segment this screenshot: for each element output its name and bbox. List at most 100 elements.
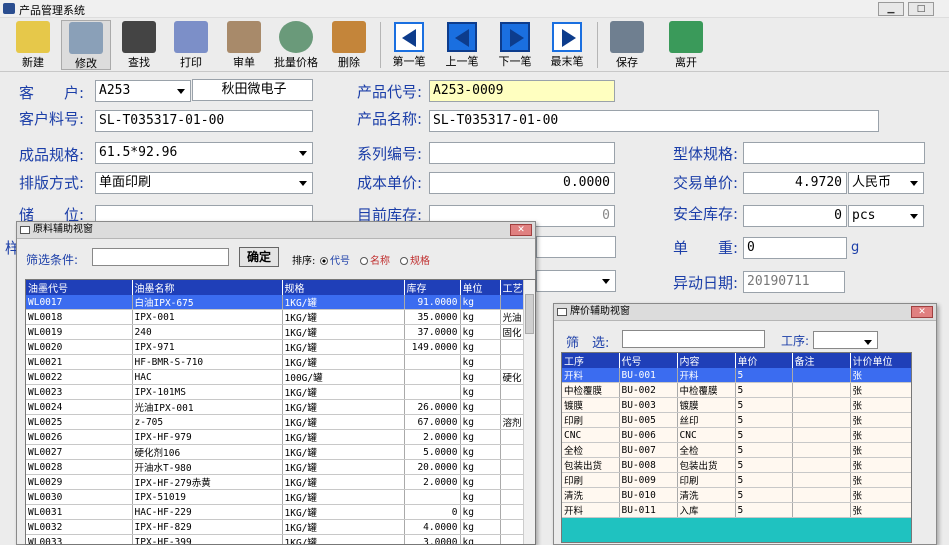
edit-button[interactable]: 修改 (61, 20, 111, 70)
price-row[interactable]: 全检 BU-007 全检 5 张 (562, 442, 911, 459)
ink-row[interactable]: WL0026 IPX-HF-979 1KG/罐 2.0000 kg (26, 429, 524, 446)
minimize-button[interactable]: ▁ (878, 2, 904, 16)
prev-record-button[interactable]: 上一笔 (437, 20, 487, 70)
ink-grid-scrollbar[interactable] (523, 280, 535, 544)
cust-part-field[interactable]: SL-T035317-01-00 (95, 110, 313, 132)
chevron-down-icon[interactable] (174, 84, 188, 98)
print-button[interactable]: 打印 (166, 20, 216, 70)
ink-row[interactable]: WL0032 IPX-HF-829 1KG/罐 4.0000 kg (26, 519, 524, 536)
ink-row[interactable]: WL0018 IPX-001 1KG/罐 35.0000 kg 光油 (26, 309, 524, 326)
save-button[interactable]: 保存 (602, 20, 652, 70)
ink-row[interactable]: WL0019 240 1KG/罐 37.0000 kg 固化 (26, 324, 524, 341)
sort-by-spec-radio[interactable]: 规格 (400, 252, 430, 267)
price-column-header[interactable]: 计价单位 (850, 353, 911, 368)
ink-row[interactable]: WL0030 IPX-51019 1KG/罐 kg (26, 489, 524, 506)
ink-row[interactable]: WL0027 硬化剂106 1KG/罐 5.0000 kg (26, 444, 524, 461)
ink-cell: kg (460, 474, 501, 491)
ink-cell: 26.0000 (404, 399, 461, 416)
product-code-field[interactable]: A253-0009 (429, 80, 615, 102)
ink-cell: 35.0000 (404, 309, 461, 326)
price-filter-input[interactable] (622, 330, 765, 348)
ink-row[interactable]: WL0025 z-705 1KG/罐 67.0000 kg 溶剂 (26, 414, 524, 431)
price-column-header[interactable]: 代号 (619, 353, 678, 368)
price-column-header[interactable]: 内容 (677, 353, 736, 368)
ink-cell (404, 489, 461, 506)
close-icon[interactable]: ✕ (911, 306, 933, 318)
delete-button[interactable]: 删除 (324, 20, 374, 70)
layout-select[interactable]: 单面印刷 (95, 172, 313, 194)
currency-select[interactable]: 人民币 (848, 172, 924, 194)
chevron-down-icon[interactable] (907, 209, 921, 223)
product-name-label: 产品名称: (357, 110, 423, 128)
product-name-field[interactable]: SL-T035317-01-00 (429, 110, 879, 132)
sort-by-name-radio[interactable]: 名称 (360, 252, 390, 267)
chevron-down-icon[interactable] (907, 176, 921, 190)
ink-row[interactable]: WL0028 开油水T-980 1KG/罐 20.0000 kg (26, 459, 524, 476)
process-select[interactable] (813, 331, 878, 349)
ink-row[interactable]: WL0020 IPX-971 1KG/罐 149.0000 kg (26, 339, 524, 356)
hidden-select[interactable] (536, 270, 616, 292)
ink-cell: IPX-101MS (132, 384, 283, 401)
review-button[interactable]: 审单 (219, 20, 269, 70)
ink-cell: IPX-51019 (132, 489, 283, 506)
ink-filter-input[interactable] (92, 248, 229, 266)
ink-row[interactable]: WL0023 IPX-101MS 1KG/罐 kg (26, 384, 524, 401)
model-spec-field[interactable] (743, 142, 925, 164)
cost-field[interactable]: 0.0000 (429, 172, 615, 194)
price-row[interactable]: 包装出货 BU-008 包装出货 5 张 (562, 457, 911, 474)
price-row[interactable]: 印刷 BU-005 丝印 5 张 (562, 412, 911, 429)
ink-row[interactable]: WL0031 HAC-HF-229 1KG/罐 0 kg (26, 504, 524, 521)
safety-unit-select[interactable]: pcs (848, 205, 924, 227)
price-row[interactable]: 镀膜 BU-003 镀膜 5 张 (562, 397, 911, 414)
price-row[interactable]: CNC BU-006 CNC 5 张 (562, 427, 911, 444)
price-row[interactable]: 印刷 BU-009 印刷 5 张 (562, 472, 911, 489)
last-record-button[interactable]: 最末笔 (542, 20, 592, 70)
batch-price-button[interactable]: 批量价格 (271, 20, 321, 70)
price-cell: 全检 (677, 442, 736, 459)
chevron-down-icon[interactable] (861, 335, 875, 349)
price-column-header[interactable]: 单价 (735, 353, 793, 368)
next-record-button[interactable]: 下一笔 (490, 20, 540, 70)
chevron-down-icon[interactable] (296, 146, 310, 160)
price-row[interactable]: 清洗 BU-010 清洗 5 张 (562, 487, 911, 504)
ink-row[interactable]: WL0021 HF-BMR-S-710 1KG/罐 kg (26, 354, 524, 371)
price-row[interactable]: 中检覆膜 BU-002 中检覆膜 5 张 (562, 382, 911, 399)
weight-field[interactable]: 0 (743, 237, 847, 259)
ink-column-header[interactable]: 油墨名称 (132, 280, 283, 295)
ink-column-header[interactable]: 库存 (404, 280, 461, 295)
chevron-down-icon[interactable] (599, 274, 613, 288)
ink-row[interactable]: WL0024 光油IPX-001 1KG/罐 26.0000 kg (26, 399, 524, 416)
price-cell (792, 502, 851, 519)
spec-select[interactable]: 61.5*92.96 (95, 142, 313, 164)
ink-column-header[interactable]: 单位 (460, 280, 501, 295)
first-record-button[interactable]: 第一笔 (384, 20, 434, 70)
ink-column-header[interactable]: 规格 (282, 280, 405, 295)
ok-button[interactable]: 确定 (239, 247, 279, 267)
price-row[interactable]: 开料 BU-011 入库 5 张 (562, 502, 911, 519)
price-column-header[interactable]: 工序 (562, 353, 620, 368)
sort-by-code-radio[interactable]: 代号 (320, 252, 350, 267)
price-column-header[interactable]: 备注 (792, 353, 851, 368)
maximize-button[interactable]: □ (908, 2, 934, 16)
ink-row[interactable]: WL0017 白油IPX-675 1KG/罐 91.0000 kg (26, 295, 524, 311)
chevron-down-icon[interactable] (296, 176, 310, 190)
ink-column-header[interactable]: 工艺 (500, 280, 524, 295)
ink-row[interactable]: WL0029 IPX-HF-279赤黄 1KG/罐 2.0000 kg (26, 474, 524, 491)
ink-grid[interactable]: 油墨代号 油墨名称 规格 库存 单位 工艺 WL0017 白油IPX-675 1KG/罐 91.0… (25, 279, 536, 545)
price-grid[interactable]: 工序 代号 内容 单价 备注 计价单位 开料 BU-001 开料 5 张中检覆膜 BU-002 中检覆膜… (561, 352, 912, 543)
price-row[interactable]: 开料 BU-001 开料 5 张 (562, 368, 911, 384)
hidden-field[interactable] (536, 236, 616, 258)
trade-price-field[interactable]: 4.9720 (743, 172, 847, 194)
safety-stock-field[interactable]: 0 (743, 205, 847, 227)
ink-column-header[interactable]: 油墨代号 (26, 280, 133, 295)
close-icon[interactable]: ✕ (510, 224, 532, 236)
ink-row[interactable]: WL0033 IPX-HF-399 1KG/罐 3.0000 kg (26, 534, 524, 544)
new-button[interactable]: 新建 (8, 20, 58, 70)
ink-cell (500, 399, 524, 416)
customer-code-select[interactable]: A253 (95, 80, 191, 102)
ink-row[interactable]: WL0022 HAC 100G/罐 kg 硬化 (26, 369, 524, 386)
exit-button[interactable]: 离开 (661, 20, 711, 70)
series-field[interactable] (429, 142, 615, 164)
ink-cell: 2.0000 (404, 429, 461, 446)
find-button[interactable]: 查找 (114, 20, 164, 70)
